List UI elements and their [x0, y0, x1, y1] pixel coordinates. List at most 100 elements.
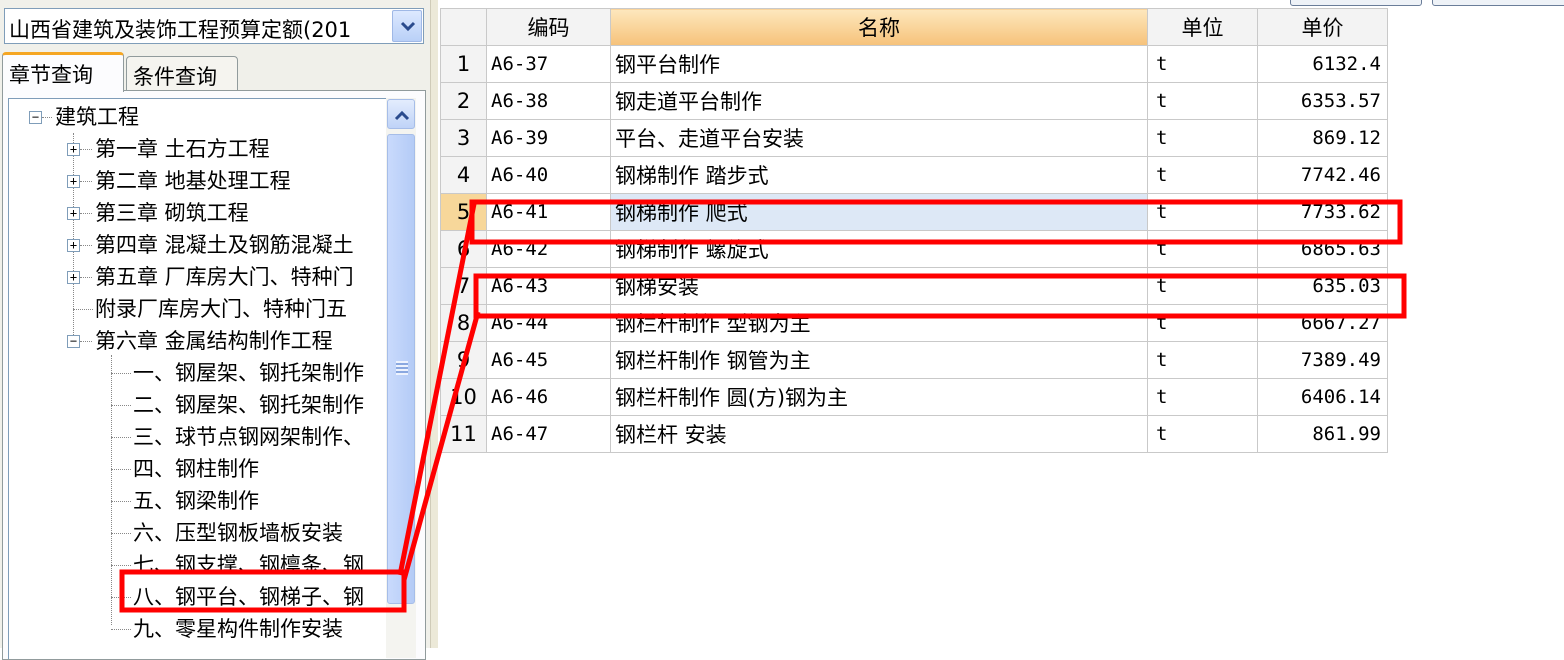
- unit-cell[interactable]: t: [1147, 415, 1258, 453]
- expand-icon[interactable]: +: [67, 271, 80, 284]
- unit-cell[interactable]: t: [1147, 45, 1258, 83]
- column-header-code[interactable]: 编码: [486, 8, 611, 46]
- table-row[interactable]: 9 A6-45 钢栏杆制作 钢管为主 t 7389.49: [440, 341, 1388, 379]
- tab-condition-query[interactable]: 条件查询: [126, 56, 238, 90]
- code-cell[interactable]: A6-44: [486, 304, 611, 342]
- name-cell[interactable]: 钢梯制作 爬式: [610, 193, 1148, 231]
- dropdown-button[interactable]: [392, 10, 422, 42]
- tree-node-section[interactable]: 五、钢梁制作: [133, 486, 259, 516]
- collapse-icon[interactable]: −: [29, 111, 42, 124]
- table-row-selected[interactable]: 5 A6-41 钢梯制作 爬式 t 7733.62: [440, 193, 1388, 231]
- table-row[interactable]: 10 A6-46 钢栏杆制作 圆(方)钢为主 t 6406.14: [440, 378, 1388, 416]
- code-cell[interactable]: A6-43: [486, 267, 611, 305]
- quota-selector[interactable]: 山西省建筑及装饰工程预算定额(201: [4, 8, 424, 44]
- name-cell[interactable]: 钢走道平台制作: [610, 82, 1148, 120]
- price-cell[interactable]: 7389.49: [1257, 341, 1388, 379]
- table-row[interactable]: 4 A6-40 钢梯制作 踏步式 t 7742.46: [440, 156, 1388, 194]
- table-row[interactable]: 7 A6-43 钢梯安装 t 635.03: [440, 267, 1388, 305]
- unit-cell[interactable]: t: [1147, 193, 1258, 231]
- price-cell[interactable]: 6353.57: [1257, 82, 1388, 120]
- tree-node-appendix[interactable]: 附录厂库房大门、特种门五: [95, 294, 347, 324]
- row-number-header: [440, 8, 487, 46]
- code-cell[interactable]: A6-41: [486, 193, 611, 231]
- toolbar-button[interactable]: [1432, 0, 1564, 6]
- tab-chapter-query[interactable]: 章节查询: [2, 52, 124, 92]
- price-cell[interactable]: 7742.46: [1257, 156, 1388, 194]
- tree-node-section-selected[interactable]: 八、钢平台、钢梯子、钢: [133, 582, 364, 612]
- tree-line: [80, 341, 92, 342]
- column-header-name[interactable]: 名称: [610, 8, 1148, 46]
- price-cell[interactable]: 635.03: [1257, 267, 1388, 305]
- name-cell[interactable]: 钢栏杆制作 钢管为主: [610, 341, 1148, 379]
- scroll-thumb[interactable]: [387, 134, 415, 604]
- name-cell[interactable]: 钢平台制作: [610, 45, 1148, 83]
- name-cell[interactable]: 平台、走道平台安装: [610, 119, 1148, 157]
- chapter-tree[interactable]: − 建筑工程 + 第一章 土石方工程 + 第二章 地基处理工程 + 第三章 砌筑…: [8, 98, 387, 659]
- tree-line: [80, 245, 92, 246]
- code-cell[interactable]: A6-42: [486, 230, 611, 268]
- tree-node-chapter-six[interactable]: 第六章 金属结构制作工程: [95, 326, 333, 356]
- name-cell[interactable]: 钢梯安装: [610, 267, 1148, 305]
- tree-node-chapter[interactable]: 第五章 厂库房大门、特种门: [95, 262, 354, 292]
- table-row[interactable]: 1 A6-37 钢平台制作 t 6132.4: [440, 45, 1388, 83]
- unit-cell[interactable]: t: [1147, 378, 1258, 416]
- expand-icon[interactable]: +: [67, 143, 80, 156]
- column-header-price[interactable]: 单价: [1257, 8, 1388, 46]
- name-cell[interactable]: 钢栏杆制作 圆(方)钢为主: [610, 378, 1148, 416]
- tree-node-section[interactable]: 三、球节点钢网架制作、: [133, 422, 364, 452]
- price-cell[interactable]: 6667.27: [1257, 304, 1388, 342]
- tree-node-section[interactable]: 一、钢屋架、钢托架制作: [133, 358, 364, 388]
- collapse-icon[interactable]: −: [67, 335, 80, 348]
- table-row[interactable]: 3 A6-39 平台、走道平台安装 t 869.12: [440, 119, 1388, 157]
- unit-cell[interactable]: t: [1147, 156, 1258, 194]
- table-row[interactable]: 11 A6-47 钢栏杆 安装 t 861.99: [440, 415, 1388, 453]
- code-cell[interactable]: A6-38: [486, 82, 611, 120]
- name-cell[interactable]: 钢梯制作 踏步式: [610, 156, 1148, 194]
- price-cell[interactable]: 6132.4: [1257, 45, 1388, 83]
- tree-node-section[interactable]: 四、钢柱制作: [133, 454, 259, 484]
- name-cell[interactable]: 钢梯制作 螺旋式: [610, 230, 1148, 268]
- quota-selector-value: 山西省建筑及装饰工程预算定额(201: [9, 18, 352, 42]
- unit-cell[interactable]: t: [1147, 82, 1258, 120]
- table-row[interactable]: 2 A6-38 钢走道平台制作 t 6353.57: [440, 82, 1388, 120]
- expand-icon[interactable]: +: [67, 207, 80, 220]
- unit-cell[interactable]: t: [1147, 341, 1258, 379]
- unit-cell[interactable]: t: [1147, 230, 1258, 268]
- code-cell[interactable]: A6-45: [486, 341, 611, 379]
- tree-node-section[interactable]: 六、压型钢板墙板安装: [133, 518, 343, 548]
- tree-node-root[interactable]: 建筑工程: [55, 102, 139, 132]
- price-cell[interactable]: 861.99: [1257, 415, 1388, 453]
- tree-node-section[interactable]: 七、钢支撑、钢檩条、钢: [133, 550, 364, 580]
- price-cell[interactable]: 6865.63: [1257, 230, 1388, 268]
- expand-icon[interactable]: +: [67, 239, 80, 252]
- unit-cell[interactable]: t: [1147, 267, 1258, 305]
- toolbar-button[interactable]: [1290, 0, 1422, 6]
- unit-cell[interactable]: t: [1147, 304, 1258, 342]
- table-row[interactable]: 6 A6-42 钢梯制作 螺旋式 t 6865.63: [440, 230, 1388, 268]
- tree-node-chapter[interactable]: 第三章 砌筑工程: [95, 198, 249, 228]
- tree-scrollbar[interactable]: [386, 98, 416, 658]
- price-cell[interactable]: 7733.62: [1257, 193, 1388, 231]
- name-cell[interactable]: 钢栏杆 安装: [610, 415, 1148, 453]
- tree-node-chapter[interactable]: 第二章 地基处理工程: [95, 166, 291, 196]
- table-row[interactable]: 8 A6-44 钢栏杆制作 型钢为主 t 6667.27: [440, 304, 1388, 342]
- tree-node-chapter[interactable]: 第四章 混凝土及钢筋混凝土: [95, 230, 354, 260]
- code-cell[interactable]: A6-37: [486, 45, 611, 83]
- tree-node-section[interactable]: 九、零星构件制作安装: [133, 614, 343, 644]
- unit-cell[interactable]: t: [1147, 119, 1258, 157]
- scroll-up-button[interactable]: [387, 99, 415, 129]
- tree-node-chapter[interactable]: 第一章 土石方工程: [95, 134, 270, 164]
- tree-line: [73, 309, 93, 310]
- column-header-unit[interactable]: 单位: [1147, 8, 1258, 46]
- code-cell[interactable]: A6-46: [486, 378, 611, 416]
- tree-node-section[interactable]: 二、钢屋架、钢托架制作: [133, 390, 364, 420]
- code-cell[interactable]: A6-39: [486, 119, 611, 157]
- price-cell[interactable]: 6406.14: [1257, 378, 1388, 416]
- code-cell[interactable]: A6-40: [486, 156, 611, 194]
- tab-label: 章节查询: [9, 63, 93, 87]
- tree-line: [111, 629, 131, 630]
- price-cell[interactable]: 869.12: [1257, 119, 1388, 157]
- code-cell[interactable]: A6-47: [486, 415, 611, 453]
- name-cell[interactable]: 钢栏杆制作 型钢为主: [610, 304, 1148, 342]
- expand-icon[interactable]: +: [67, 175, 80, 188]
